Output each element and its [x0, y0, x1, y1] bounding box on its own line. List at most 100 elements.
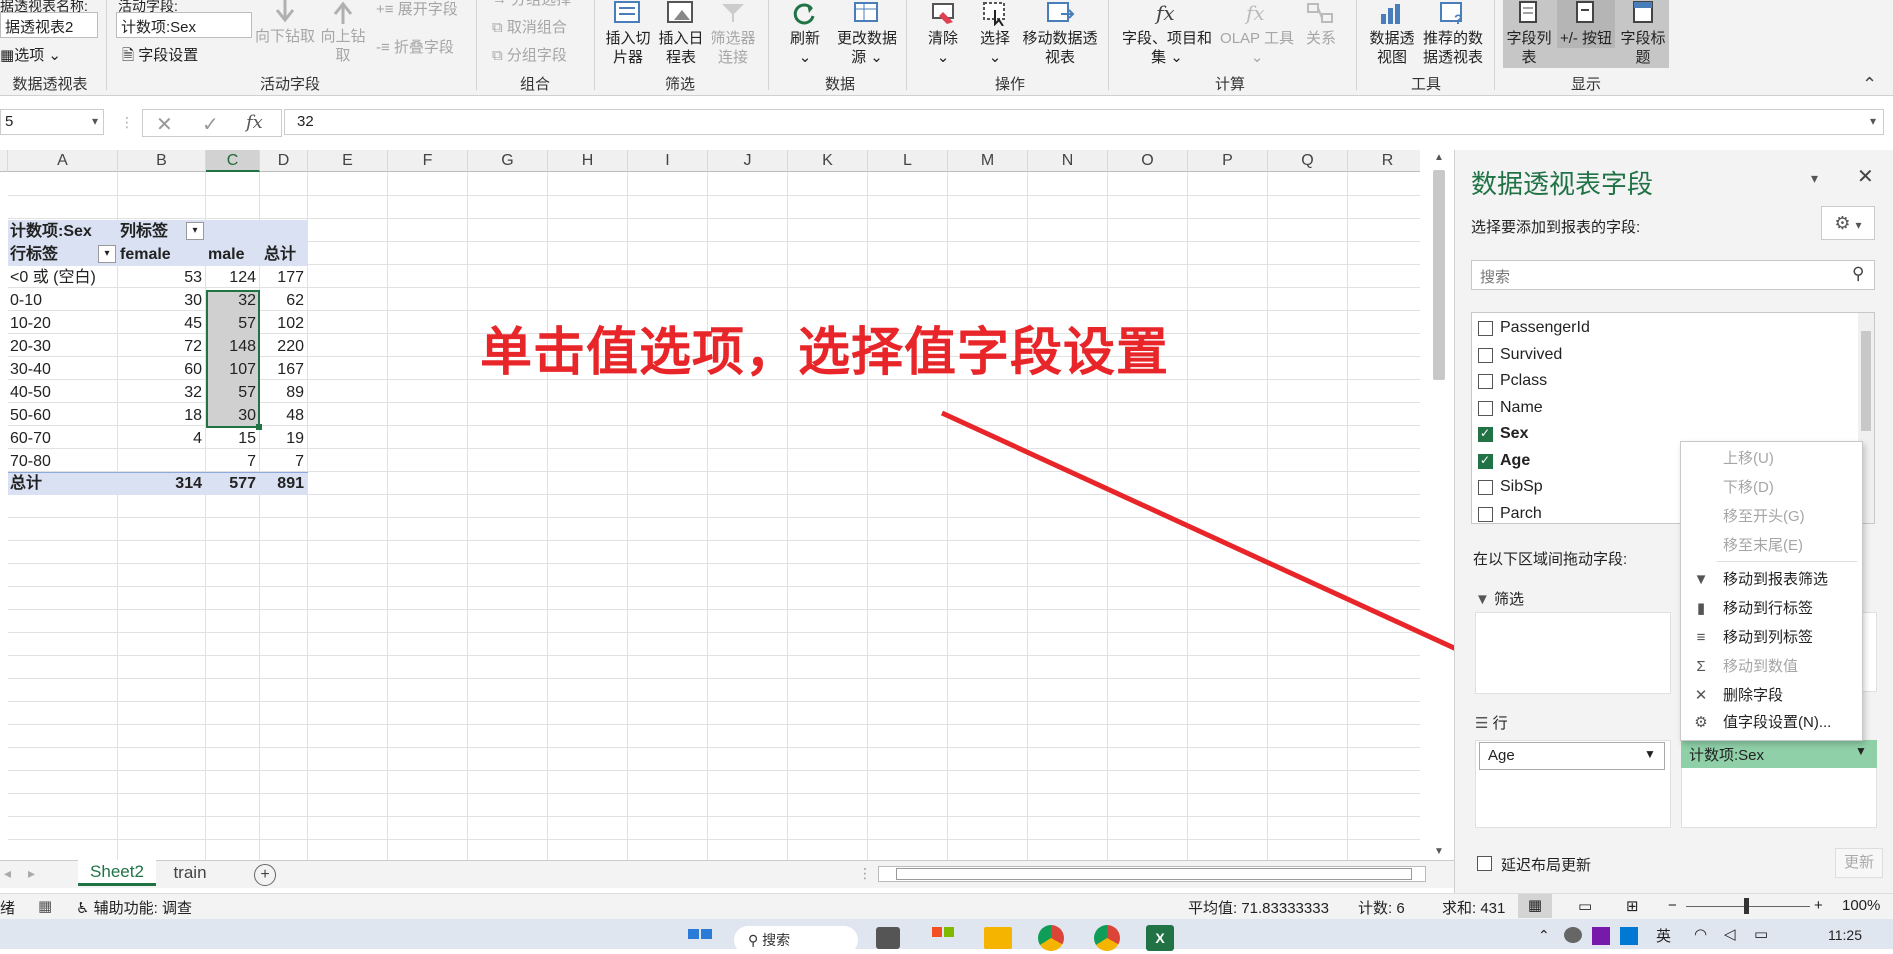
search-placeholder: 搜索 — [1480, 269, 1511, 286]
rows-icon: ☰ — [1475, 715, 1493, 732]
menu-item-label: 移动到行标签 — [1723, 600, 1814, 617]
menu-item-label: 移至开头(G) — [1723, 508, 1805, 525]
field-checkbox[interactable] — [1478, 480, 1493, 495]
update-button[interactable]: 更新 — [1835, 848, 1883, 878]
menu-item[interactable]: 上移(U) — [1681, 444, 1862, 473]
accessibility-icon: ♿ — [76, 900, 90, 917]
filter-drop-area[interactable] — [1475, 612, 1671, 694]
field-checkbox[interactable]: ✓ — [1478, 453, 1493, 469]
row-field-dropdown-icon: ▼ — [1644, 747, 1656, 761]
menu-item[interactable]: ▮ 移动到行标签 — [1681, 594, 1862, 623]
rows-area-header: ☰ 行 — [1475, 715, 1508, 732]
excel-icon[interactable]: X — [1146, 925, 1174, 951]
field-checkbox[interactable] — [1478, 400, 1493, 416]
field-item-age[interactable]: Age — [1500, 448, 1530, 474]
menu-item-label: 移动到列标签 — [1723, 629, 1814, 646]
menu-item[interactable]: Σ 移动到数值 — [1681, 652, 1862, 681]
defer-update-checkbox[interactable] — [1477, 856, 1492, 871]
menu-item-label: 移动到数值 — [1723, 658, 1799, 675]
menu-item[interactable]: ≡ 移动到列标签 — [1681, 623, 1862, 652]
sheet-tab-bar: ◂ ▸ Sheet2 train + ⋮ — [0, 860, 1454, 888]
defer-update-label: 延迟布局更新 — [1501, 857, 1592, 874]
field-item-name[interactable]: Name — [1500, 395, 1543, 421]
pane-subtitle: 选择要添加到报表的字段: — [1471, 219, 1641, 236]
clock-time[interactable]: 11:25 — [1828, 927, 1862, 943]
search-icon: ⚲ — [1852, 264, 1865, 283]
tray-app-icon[interactable] — [1564, 927, 1582, 943]
menu-item-label: 上移(U) — [1723, 450, 1774, 467]
page-layout-icon[interactable]: ▭ — [1578, 897, 1592, 915]
field-checkbox[interactable] — [1478, 506, 1493, 522]
battery-icon[interactable]: ▭ — [1754, 925, 1768, 943]
add-sheet-icon[interactable]: + — [254, 864, 276, 886]
next-sheet-icon[interactable]: ▸ — [28, 865, 35, 882]
chrome-icon-2[interactable] — [1094, 925, 1120, 951]
menu-item[interactable]: 移至末尾(E) — [1681, 531, 1862, 560]
sheet-tab-sheet2[interactable]: Sheet2 — [78, 860, 156, 886]
menu-item-label: 删除字段 — [1723, 687, 1784, 704]
field-checkbox[interactable] — [1478, 321, 1493, 336]
row-field-pill[interactable]: Age ▼ — [1479, 742, 1665, 770]
field-search-box[interactable]: 搜索 ⚲ — [1471, 260, 1875, 290]
macro-record-icon[interactable]: ▦ — [38, 897, 52, 915]
status-ready: 绪 — [0, 900, 16, 917]
horizontal-scroll-thumb[interactable] — [896, 868, 1412, 880]
chrome-icon[interactable] — [1038, 925, 1064, 951]
volume-icon[interactable]: ◁ — [1724, 925, 1736, 943]
field-item-parch[interactable]: Parch — [1500, 501, 1542, 524]
filter-icon: ▼ — [1475, 591, 1495, 608]
value-settings-icon: ⚙ — [1694, 714, 1708, 731]
menu-item-label: 移动到报表筛选 — [1723, 571, 1829, 588]
tools-gear-icon[interactable]: ⚙ ▾ — [1821, 206, 1875, 240]
tray-chevron-icon[interactable]: ⌃ — [1538, 927, 1550, 944]
onenote-icon[interactable] — [1592, 927, 1610, 945]
field-item-passengerid[interactable]: PassengerId — [1500, 315, 1590, 341]
menu-item[interactable]: ▼ 移动到报表筛选 — [1681, 565, 1862, 594]
menu-separator — [1717, 561, 1857, 562]
sheet-splitter-icon[interactable]: ⋮ — [858, 865, 872, 882]
rows-icon: ▮ — [1696, 600, 1706, 617]
tray-app-icon-2[interactable] — [1620, 927, 1638, 945]
page-break-icon[interactable]: ⊞ — [1626, 897, 1639, 915]
start-icon[interactable] — [688, 929, 712, 951]
close-icon: ✕ — [1694, 687, 1708, 704]
value-field-dropdown-icon: ▼ — [1855, 744, 1867, 758]
status-sum: 求和: 431 — [1442, 900, 1506, 917]
menu-item[interactable]: ⚙ 值字段设置(N)... — [1681, 708, 1862, 737]
zoom-out-icon[interactable]: − — [1668, 897, 1677, 914]
field-item-sibsp[interactable]: SibSp — [1500, 474, 1543, 500]
menu-item-label: 值字段设置(N)... — [1723, 714, 1832, 731]
pane-options-dropdown-icon[interactable]: ▾ — [1811, 170, 1818, 187]
taskbar-search[interactable]: ⚲ 搜索 — [734, 926, 858, 954]
field-item-pclass[interactable]: Pclass — [1500, 368, 1547, 394]
zoom-slider-thumb[interactable] — [1744, 898, 1749, 914]
accessibility-status[interactable]: ♿ 辅助功能: 调查 — [76, 897, 192, 918]
filter-area-header: ▼ 筛选 — [1475, 591, 1525, 608]
field-checkbox[interactable] — [1478, 347, 1493, 363]
field-list-scroll-thumb[interactable] — [1861, 331, 1871, 431]
sheet-tab-train[interactable]: train — [160, 863, 220, 883]
field-item-survived[interactable]: Survived — [1500, 342, 1562, 368]
widgets-icon[interactable] — [932, 927, 956, 949]
menu-item[interactable]: 下移(D) — [1681, 473, 1862, 502]
prev-sheet-icon[interactable]: ◂ — [4, 865, 11, 882]
value-field-pill[interactable]: 计数项:Sex ▼ — [1681, 740, 1877, 768]
columns-icon: ≡ — [1696, 629, 1706, 646]
wifi-icon[interactable]: ◠ — [1694, 925, 1707, 943]
field-checkbox[interactable]: ✓ — [1478, 426, 1493, 442]
input-language[interactable]: 英 — [1656, 925, 1671, 946]
drag-fields-label: 在以下区域间拖动字段: — [1473, 551, 1628, 568]
menu-item[interactable]: 移至开头(G) — [1681, 502, 1862, 531]
status-average: 平均值: 71.83333333 — [1188, 900, 1329, 917]
menu-item[interactable]: ✕ 删除字段 — [1681, 681, 1862, 710]
menu-item-label: 下移(D) — [1723, 479, 1774, 496]
zoom-in-icon[interactable]: + — [1814, 897, 1823, 914]
field-item-sex[interactable]: Sex — [1500, 421, 1528, 447]
normal-view-icon[interactable]: ▦ — [1518, 894, 1552, 918]
close-pane-icon[interactable]: ✕ — [1857, 164, 1874, 189]
file-explorer-icon[interactable] — [984, 927, 1012, 949]
field-checkbox[interactable] — [1478, 374, 1493, 389]
zoom-level[interactable]: 100% — [1842, 897, 1880, 914]
filter-icon: ▼ — [1693, 571, 1709, 588]
task-view-icon[interactable] — [876, 927, 900, 949]
